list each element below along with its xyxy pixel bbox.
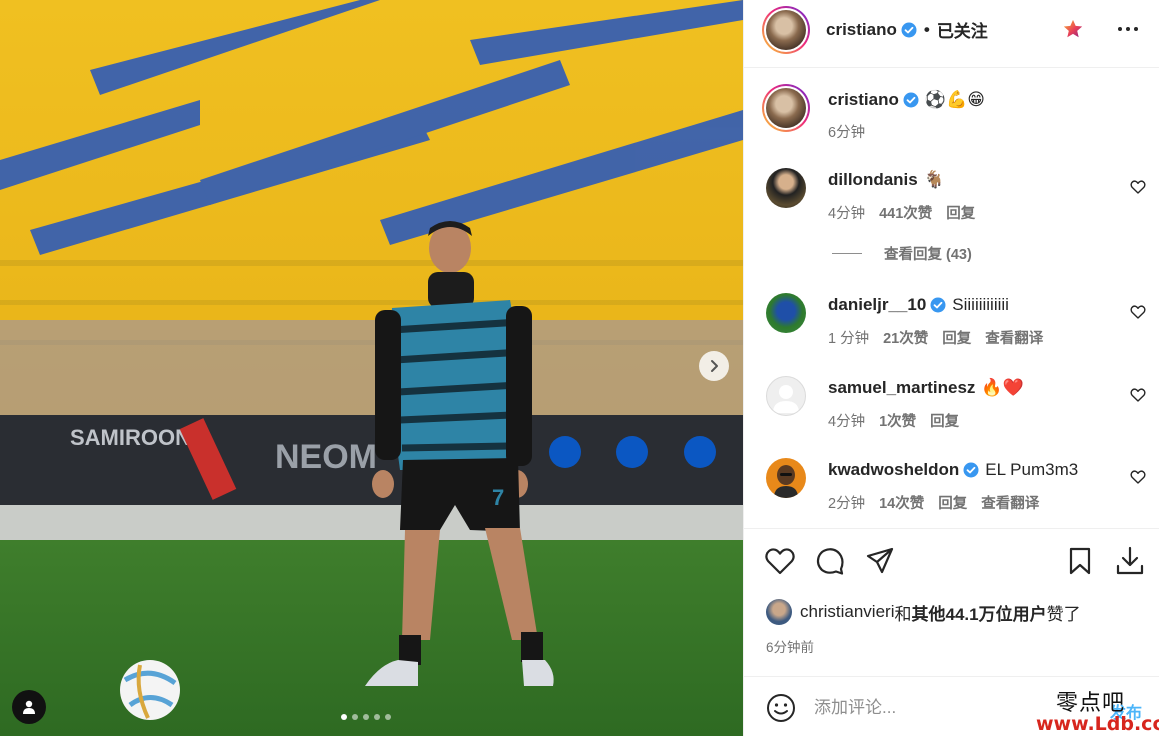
comment-time: 4分钟 <box>828 206 866 222</box>
comment-username[interactable]: samuel_martinesz <box>828 378 975 398</box>
liker-avatar[interactable] <box>766 599 792 625</box>
caption-row: cristiano ⚽💪😁 6分钟 <box>744 82 1159 148</box>
comment-line: danieljr__10 Siiiiiiiiiiii <box>828 295 1009 315</box>
commenter-avatar[interactable] <box>766 293 806 333</box>
download-icon[interactable] <box>1114 545 1146 577</box>
post-actions: christianvieri 和 其他44.1万位用户 赞了 6分钟前 <box>744 528 1159 678</box>
comment-likes[interactable]: 14次赞 <box>879 492 924 513</box>
slide-dot <box>374 714 380 720</box>
verified-badge-icon <box>930 297 946 313</box>
more-options-icon[interactable] <box>1116 18 1140 40</box>
commenter-avatar[interactable] <box>766 168 806 208</box>
caption-time: 6分钟 <box>828 125 866 141</box>
post-photo: SAMIROON NEOM 7 <box>0 0 743 736</box>
favorite-star-icon[interactable] <box>1062 18 1084 40</box>
slide-indicator <box>341 714 391 720</box>
caption-text: ⚽💪😁 <box>924 90 985 109</box>
likes-summary: christianvieri 和 其他44.1万位用户 赞了 <box>766 599 1081 625</box>
view-replies-button[interactable]: 查看回复 (43) <box>832 243 972 264</box>
reply-button[interactable]: 回复 <box>946 202 975 223</box>
heart-icon[interactable] <box>1130 387 1146 403</box>
verified-badge-icon <box>903 92 919 108</box>
caption-line: cristiano ⚽💪😁 <box>828 90 985 110</box>
caption-username[interactable]: cristiano <box>828 90 899 110</box>
caption-avatar[interactable] <box>762 84 810 132</box>
svg-text:NEOM: NEOM <box>275 438 377 476</box>
svg-text:7: 7 <box>492 485 504 510</box>
author-info: cristiano • 已关注 <box>826 17 988 42</box>
comment-item: samuel_martinesz 🔥❤️ 4分钟 1次赞 回复 <box>744 374 1159 434</box>
comment-line: dillondanis 🐐 <box>828 170 945 190</box>
post-side-panel: cristiano • 已关注 cristiano ⚽💪😁 6分钟 dillon… <box>743 0 1159 736</box>
heart-icon[interactable] <box>1130 179 1146 195</box>
comment-time: 2分钟 <box>828 496 866 512</box>
comment-meta: 4分钟 1次赞 回复 <box>828 410 959 431</box>
translate-button[interactable]: 查看翻译 <box>985 327 1043 348</box>
comment-input[interactable] <box>814 693 1064 723</box>
likes-count[interactable]: 其他44.1万位用户 <box>911 600 1046 625</box>
view-replies-label: 查看回复 (43) <box>884 247 972 263</box>
post-timestamp: 6分钟前 <box>766 640 815 655</box>
verified-badge-icon <box>963 462 979 478</box>
comment-likes[interactable]: 1次赞 <box>879 410 916 431</box>
separator-dot: • <box>923 19 930 39</box>
post-header: cristiano • 已关注 <box>744 0 1159 68</box>
share-icon[interactable] <box>864 545 896 577</box>
comment-username[interactable]: danieljr__10 <box>828 295 926 315</box>
post-comment-button[interactable]: 发布 <box>1110 699 1142 723</box>
commenter-avatar[interactable] <box>766 376 806 416</box>
commenter-avatar[interactable] <box>766 458 806 498</box>
following-button[interactable]: 已关注 <box>937 17 988 42</box>
comment-text: Siiiiiiiiiiii <box>952 295 1009 314</box>
slide-dot <box>352 714 358 720</box>
emoji-icon[interactable] <box>766 693 796 723</box>
comment-username[interactable]: dillondanis <box>828 170 918 190</box>
likes-suffix: 赞了 <box>1046 604 1081 624</box>
comment-meta: 2分钟 14次赞 回复 查看翻译 <box>828 492 1039 513</box>
comment-username[interactable]: kwadwosheldon <box>828 460 959 480</box>
translate-button[interactable]: 查看翻译 <box>981 492 1039 513</box>
comment-time: 4分钟 <box>828 414 866 430</box>
comment-icon[interactable] <box>814 545 846 577</box>
avatar-illustration <box>774 465 798 498</box>
user-tag-button[interactable] <box>12 690 46 724</box>
comment-meta: 1 分钟 21次赞 回复 查看翻译 <box>828 327 1043 348</box>
replies-divider <box>832 253 862 254</box>
liker-username[interactable]: christianvieri <box>800 602 894 622</box>
comment-item: kwadwosheldon EL Pum3m3 2分钟 14次赞 回复 查看翻译 <box>744 456 1159 516</box>
chevron-right-icon <box>711 360 718 372</box>
svg-text:SAMIROON: SAMIROON <box>70 425 191 450</box>
comment-time: 1 分钟 <box>828 331 870 347</box>
comment-likes[interactable]: 21次赞 <box>883 327 928 348</box>
reply-button[interactable]: 回复 <box>942 327 971 348</box>
default-avatar-icon <box>773 385 799 413</box>
comment-meta: 4分钟 441次赞 回复 <box>828 202 975 223</box>
heart-icon[interactable] <box>1130 304 1146 320</box>
comment-likes[interactable]: 441次赞 <box>879 202 932 223</box>
comment-item: dillondanis 🐐 4分钟 441次赞 回复 <box>744 166 1159 226</box>
bookmark-icon[interactable] <box>1064 545 1096 577</box>
comment-item: danieljr__10 Siiiiiiiiiiii 1 分钟 21次赞 回复 … <box>744 291 1159 351</box>
comment-text: EL Pum3m3 <box>985 460 1079 479</box>
author-avatar[interactable] <box>762 6 810 54</box>
verified-badge-icon <box>901 22 917 37</box>
likes-conjunction: 和 <box>894 604 912 624</box>
next-slide-button[interactable] <box>699 351 729 381</box>
heart-icon[interactable] <box>1130 469 1146 485</box>
user-tag-icon <box>23 700 35 714</box>
comment-line: samuel_martinesz 🔥❤️ <box>828 378 1024 398</box>
author-username[interactable]: cristiano <box>826 20 897 40</box>
slide-dot <box>341 714 347 720</box>
reply-button[interactable]: 回复 <box>930 410 959 431</box>
heart-icon[interactable] <box>764 545 796 577</box>
reply-button[interactable]: 回复 <box>938 492 967 513</box>
comment-line: kwadwosheldon EL Pum3m3 <box>828 460 1078 480</box>
caption-meta: 6分钟 <box>828 121 865 142</box>
slide-dot <box>363 714 369 720</box>
comment-text: 🔥❤️ <box>981 378 1024 397</box>
slide-dot <box>385 714 391 720</box>
comment-bar: 发布 零点吧 www.Ldb.cc <box>744 676 1159 736</box>
comment-text: 🐐 <box>923 170 945 189</box>
post-image: SAMIROON NEOM 7 <box>0 0 743 736</box>
